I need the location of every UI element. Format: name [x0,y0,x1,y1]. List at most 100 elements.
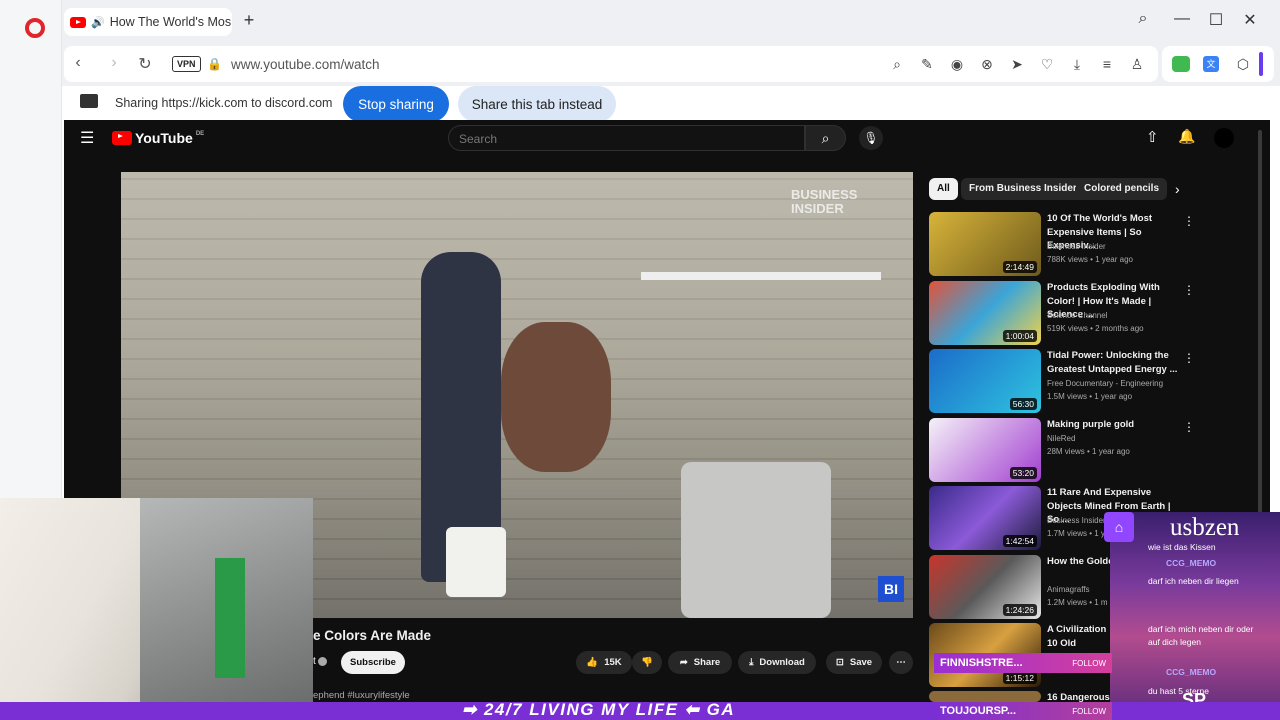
channel-name[interactable]: Science Channel [1047,309,1187,323]
more-options-icon[interactable]: ⋮ [1183,351,1195,365]
download-icon[interactable]: ⤓ [1068,56,1086,73]
video-meta: 1.5M views • 1 year ago [1047,392,1133,401]
recommendation-item[interactable]: 1:00:04 Products Exploding With Color! |… [929,281,1195,345]
extension-chat-icon[interactable] [1172,56,1190,72]
search-page-icon[interactable]: ⌕ [888,56,906,73]
back-icon[interactable]: ‹ [68,54,88,72]
drum [501,322,611,472]
video-meta: 788K views • 1 year ago [1047,255,1133,264]
video-title[interactable]: Making purple gold [1047,418,1185,432]
tab-title: How The World's Mos [109,15,232,29]
chip-all[interactable]: All [929,178,958,200]
translate-icon[interactable]: 文 [1203,56,1219,72]
thumbnail[interactable]: 56:30 [929,349,1041,413]
video-title-main: e Colors Are Made [313,628,432,643]
download-button[interactable]: ⤓ Download [738,651,816,674]
streamer-name: usbzen [1170,514,1240,541]
thumbnail[interactable]: 53:20 [929,418,1041,482]
microphone-icon[interactable]: 🎙 [859,126,883,150]
search-input[interactable]: Search [448,125,805,151]
thumbnail[interactable]: 1:42:54 [929,486,1041,550]
search-button[interactable]: ⌕ [805,125,846,151]
extensions-cube-icon[interactable]: ⬡ [1234,56,1252,73]
close-icon[interactable]: ✕ [1238,10,1262,30]
dislike-button[interactable]: 👎 [632,651,662,674]
region-code: DE [195,131,205,137]
camera-icon[interactable]: ◉ [948,56,966,73]
chat-message: darf ich mich neben dir oder auf dich le… [1148,624,1254,647]
channel-name-fragment[interactable]: t [313,656,316,667]
avatar[interactable] [1214,128,1234,148]
minimize-icon[interactable]: — [1170,10,1194,28]
duration-badge: 1:24:26 [1002,604,1037,616]
channel-name[interactable]: NileRed [1047,432,1187,446]
bookmark-icon: ⊡ [835,657,844,668]
vpn-badge[interactable]: VPN [172,56,201,72]
chevron-right-icon[interactable]: › [1175,181,1180,197]
follow-alert: TOUJOURSP... FOLLOW [934,702,1112,720]
more-options-icon[interactable]: ⋮ [1183,283,1195,297]
chat-username: CCG_MEMO [1166,667,1217,677]
bin [681,462,831,618]
thumbnail[interactable] [929,691,1041,702]
green-shirt [215,558,245,678]
video-title[interactable]: A Civilization 10 Old [1047,623,1107,650]
upload-icon[interactable]: ⇧ [1146,128,1159,146]
channel-name[interactable]: Business Insider [1047,240,1187,254]
subscribe-button[interactable]: Subscribe [341,651,405,674]
thumbnail[interactable]: 2:14:49 [929,212,1041,276]
reload-icon[interactable]: ↻ [135,54,155,74]
account-icon[interactable]: ♙ [1128,56,1146,73]
duration-badge: 56:30 [1009,398,1037,410]
edit-icon[interactable]: ✎ [918,56,936,73]
maximize-icon[interactable]: ☐ [1204,10,1228,30]
chat-message: darf ich neben dir liegen [1148,576,1239,586]
youtube-logo[interactable]: YouTube DE [112,130,204,146]
easy-setup-icon[interactable]: ≡ [1098,56,1116,72]
download-label: Download [759,657,805,668]
follower-name: TOUJOURSP... [940,705,1017,717]
share-button[interactable]: ➦ Share [668,651,732,674]
search-tabs-icon[interactable]: ⌕ [1131,10,1155,28]
more-options-icon[interactable]: ⋮ [1183,214,1195,228]
send-icon[interactable]: ➤ [1008,56,1026,73]
chat-message: wie ist das Kissen [1148,542,1216,552]
save-button[interactable]: ⊡ Save [826,651,882,674]
shelf [641,272,881,280]
recommendation-item[interactable]: 53:20 Making purple gold NileRed 28M vie… [929,418,1195,482]
sidebar-toggle[interactable] [1259,52,1263,76]
menu-icon[interactable]: ☰ [80,128,94,148]
follow-label: FOLLOW [1072,658,1106,668]
like-button[interactable]: 👍 15K [576,651,632,674]
video-title[interactable]: Tidal Power: Unlocking the Greatest Unta… [1047,349,1185,376]
thumbnail[interactable]: 1:24:26 [929,555,1041,619]
chip-from-business-insider[interactable]: From Business Insider [961,178,1085,200]
tab-youtube[interactable]: 🔊 How The World's Mos [64,8,232,36]
duration-badge: 1:15:12 [1002,672,1037,684]
notifications-icon[interactable]: 🔔 [1178,128,1195,145]
more-icon: ⋯ [896,657,906,668]
youtube-logo-icon [112,131,132,145]
forward-icon[interactable]: › [104,54,124,72]
url-text[interactable]: www.youtube.com/watch [231,57,380,72]
duration-badge: 1:42:54 [1002,535,1037,547]
lock-icon[interactable]: 🔒 [207,57,222,71]
heart-icon[interactable]: ♡ [1038,56,1056,73]
more-options-icon[interactable]: ⋮ [1183,420,1195,434]
recommendation-item[interactable]: 2:14:49 10 Of The World's Most Expensive… [929,212,1195,276]
duration-badge: 1:00:04 [1002,330,1037,342]
video-meta: 519K views • 2 months ago [1047,324,1144,333]
recommendation-item[interactable]: 56:30 Tidal Power: Unlocking the Greates… [929,349,1195,413]
adblock-icon[interactable]: ⊗ [978,56,996,73]
chip-colored-pencils[interactable]: Colored pencils [1076,178,1168,200]
duration-badge: 53:20 [1009,467,1037,479]
new-tab-button[interactable]: + [240,11,258,30]
channel-name[interactable]: Free Documentary - Engineering [1047,377,1187,391]
share-this-tab-button[interactable]: Share this tab instead [458,86,616,122]
stop-sharing-button[interactable]: Stop sharing [343,86,449,122]
thumbnail[interactable]: 1:00:04 [929,281,1041,345]
video-hashtags[interactable]: ephend #luxurylifestyle [313,690,410,701]
more-actions-button[interactable]: ⋯ [889,651,913,674]
opera-logo-icon[interactable] [25,18,45,38]
speaker-icon[interactable]: 🔊 [91,16,105,29]
